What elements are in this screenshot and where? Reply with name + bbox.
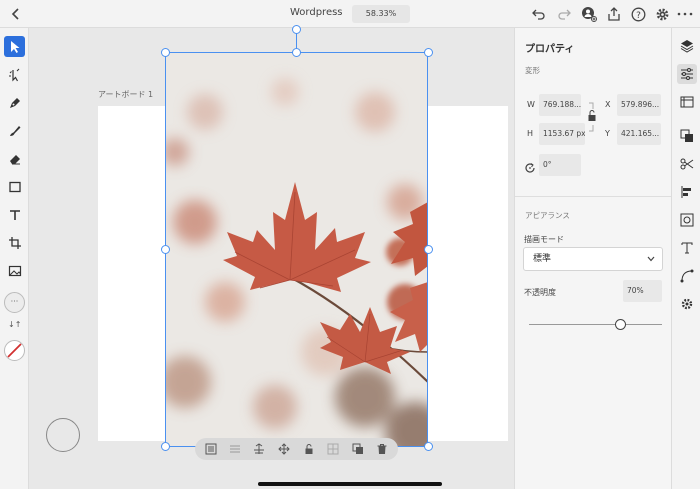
swap-colors-icon[interactable]: ↓↑: [8, 320, 21, 332]
svg-text:?: ?: [636, 10, 641, 20]
resize-handle[interactable]: [161, 245, 170, 254]
height-field[interactable]: 1153.67 px: [539, 123, 585, 145]
share-icon[interactable]: [605, 5, 623, 23]
blend-mode-value: 標準: [533, 254, 552, 264]
text-icon[interactable]: [4, 204, 25, 225]
crop-icon[interactable]: [4, 232, 25, 253]
image-icon[interactable]: [4, 260, 25, 281]
pen-icon[interactable]: [4, 92, 25, 113]
help-icon[interactable]: ?: [629, 5, 647, 23]
target-icon[interactable]: [677, 210, 697, 230]
opacity-label: 不透明度: [524, 288, 556, 297]
width-label: W: [527, 100, 535, 109]
properties-icon[interactable]: [677, 64, 697, 84]
cut-icon[interactable]: [677, 154, 697, 174]
opacity-slider-track[interactable]: [529, 324, 662, 325]
y-label: Y: [605, 129, 610, 138]
rotate-handle[interactable]: [292, 25, 301, 34]
resize-handle[interactable]: [424, 48, 433, 57]
chevron-down-icon: [647, 256, 655, 262]
select-arrow-icon[interactable]: [4, 36, 25, 57]
plugins-icon[interactable]: [677, 294, 697, 314]
rotation-field[interactable]: 0°: [539, 154, 581, 176]
chevron-left-icon[interactable]: [8, 5, 24, 23]
x-field[interactable]: 579.896...: [617, 94, 661, 116]
lock-icon[interactable]: [301, 441, 317, 457]
settings-icon[interactable]: [653, 5, 671, 23]
resize-handle[interactable]: [424, 245, 433, 254]
height-label: H: [527, 129, 534, 138]
fill-color-swatch[interactable]: ···: [4, 292, 25, 313]
resize-handle[interactable]: [161, 48, 170, 57]
undo-icon[interactable]: [530, 5, 548, 23]
x-label: X: [605, 100, 611, 109]
add-user-icon[interactable]: [580, 5, 598, 23]
more-icon[interactable]: [675, 5, 695, 23]
home-indicator: [258, 482, 442, 486]
context-toolbar: [195, 438, 398, 460]
opacity-field[interactable]: 70%: [623, 280, 662, 302]
stroke-color-swatch[interactable]: [4, 340, 25, 361]
assets-icon[interactable]: [677, 126, 697, 146]
redo-icon[interactable]: [555, 5, 573, 23]
left-toolbar: ··· ↓↑: [0, 28, 29, 489]
duplicate-icon[interactable]: [350, 441, 366, 457]
eraser-icon[interactable]: [4, 148, 25, 169]
grid-icon[interactable]: [325, 441, 341, 457]
brush-icon[interactable]: [4, 120, 25, 141]
width-field[interactable]: 769.188...: [539, 94, 581, 116]
right-icon-bar: [671, 28, 700, 489]
layers-icon[interactable]: [677, 36, 697, 56]
trash-icon[interactable]: [374, 441, 390, 457]
artboard-label[interactable]: アートボード 1: [98, 89, 153, 100]
y-field[interactable]: 421.165...: [617, 123, 661, 145]
align-left-icon[interactable]: [677, 182, 697, 202]
blend-mode-select[interactable]: 標準: [523, 247, 663, 271]
mask-icon[interactable]: [203, 441, 219, 457]
move-icon[interactable]: [276, 441, 292, 457]
resize-handle[interactable]: [424, 442, 433, 451]
touch-shortcut-button[interactable]: [46, 418, 80, 452]
stack-icon[interactable]: [251, 441, 267, 457]
app-window: Wordpress 58.33% ? ··· ↓↑ アートボード 1 プロパティ…: [0, 0, 700, 489]
resize-handle[interactable]: [292, 48, 301, 57]
direct-select-icon[interactable]: [4, 64, 25, 85]
lock-aspect-icon[interactable]: [587, 102, 597, 132]
panel-title: プロパティ: [525, 44, 575, 55]
path-icon[interactable]: [677, 266, 697, 286]
document-title: Wordpress: [290, 7, 343, 18]
selection-box[interactable]: [165, 52, 428, 447]
blend-mode-label: 描画モード: [524, 235, 564, 244]
appearance-section-title: アピアランス: [525, 211, 570, 220]
top-bar: Wordpress 58.33% ?: [0, 0, 700, 28]
align-icon[interactable]: [227, 441, 243, 457]
section-divider: [515, 196, 672, 197]
opacity-slider-thumb[interactable]: [615, 319, 626, 330]
rectangle-icon[interactable]: [4, 176, 25, 197]
rotate-icon: [524, 159, 536, 173]
transform-section-title: 変形: [525, 66, 540, 75]
type-icon[interactable]: [677, 238, 697, 258]
zoom-level[interactable]: 58.33%: [352, 5, 410, 23]
resize-handle[interactable]: [161, 442, 170, 451]
libraries-icon[interactable]: [677, 92, 697, 112]
properties-panel: プロパティ 変形 W 769.188... X 579.896... H 115…: [514, 28, 672, 489]
